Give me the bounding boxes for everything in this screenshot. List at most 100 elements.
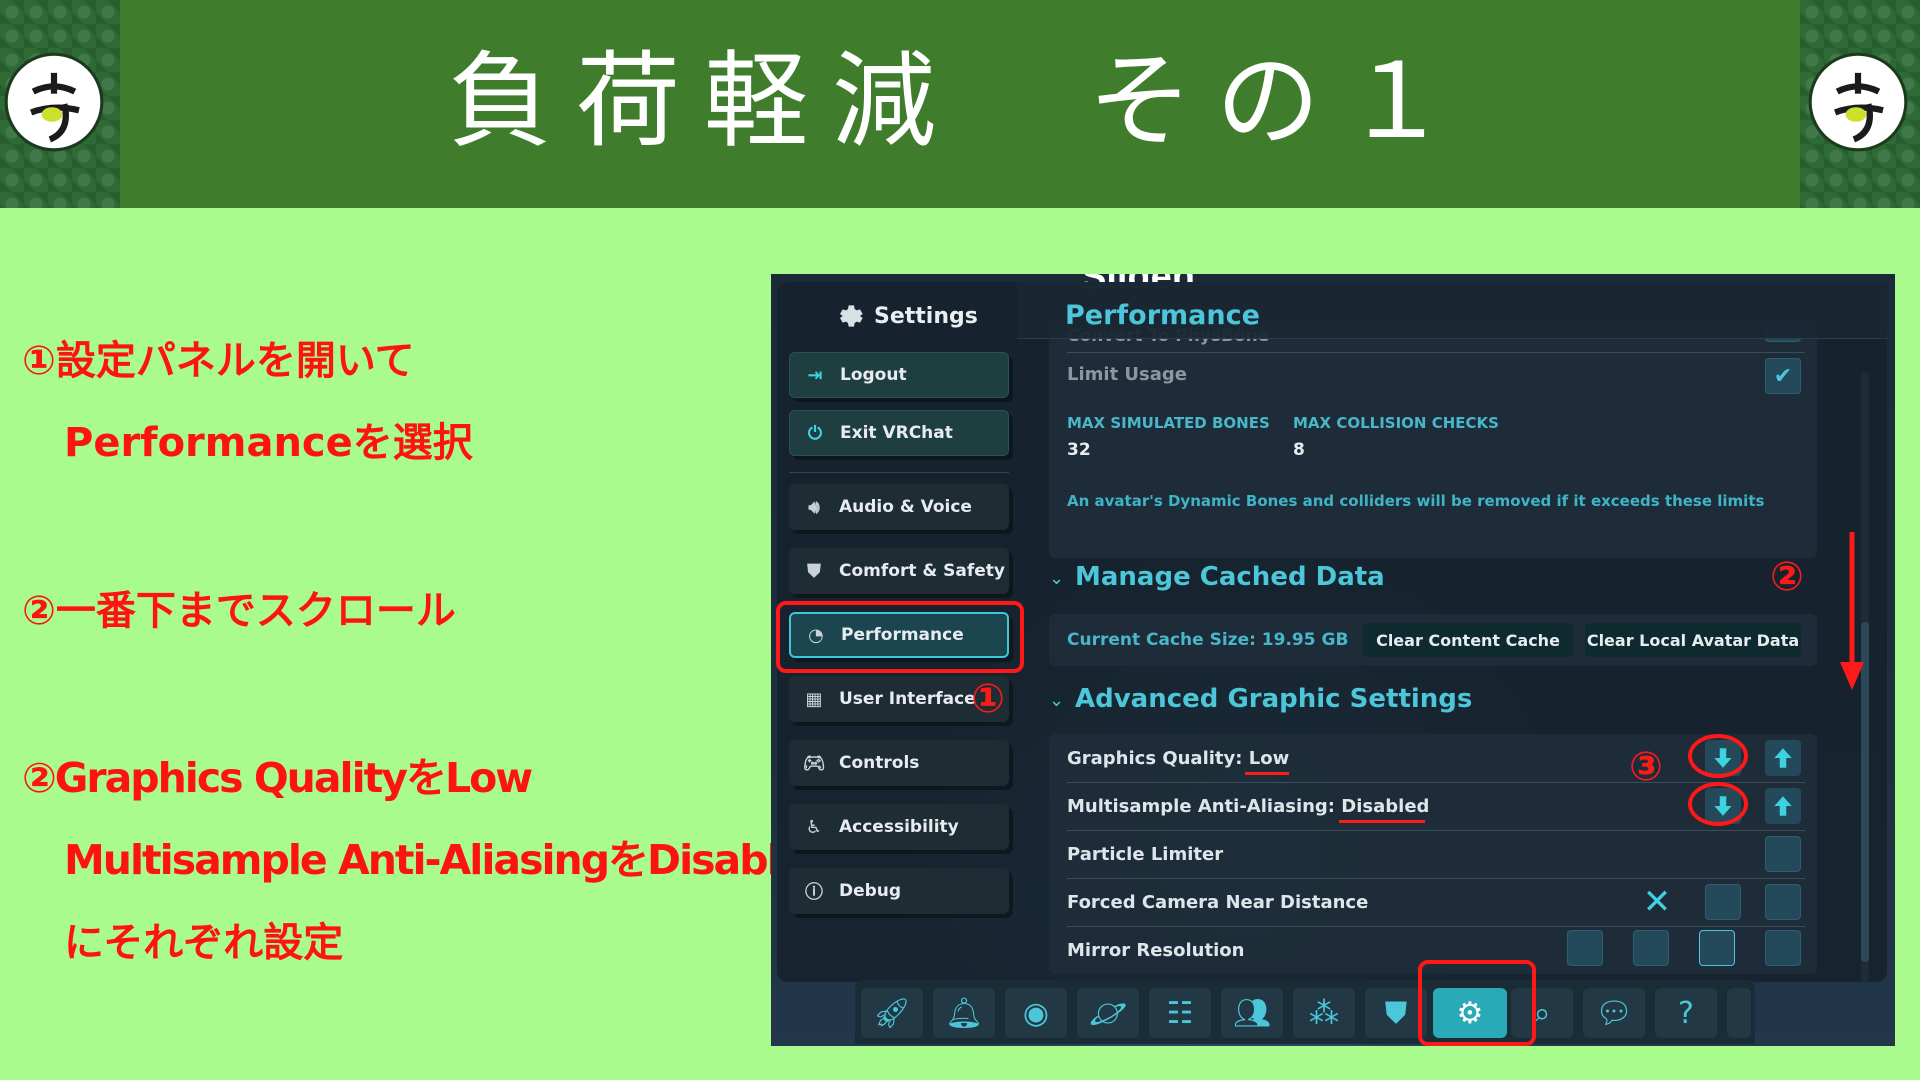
annotation-circle-msaa-down xyxy=(1688,782,1748,826)
msaa-row: Multisample Anti-Aliasing: Disabled xyxy=(1067,796,1429,817)
sidebar-item-audio-voice[interactable]: 🔊︎ Audio & Voice xyxy=(789,484,1009,530)
arrow-up-icon xyxy=(1774,796,1792,816)
instruction-step3-line2: Multisample Anti-AliasingをDisabled xyxy=(64,836,834,884)
shield-icon: ⛊ xyxy=(807,560,821,582)
graphics-quality-up-button[interactable] xyxy=(1765,740,1801,776)
annotation-scroll-arrow-icon xyxy=(1840,532,1864,690)
chevron-down-icon[interactable]: ⌄ xyxy=(1049,690,1064,711)
gear-icon xyxy=(840,305,863,327)
sidebar-item-label: Exit VRChat xyxy=(840,423,953,443)
graphics-quality-row: Graphics Quality: Low xyxy=(1067,748,1289,769)
mirror-resolution-option-4[interactable] xyxy=(1765,930,1801,966)
row-separator xyxy=(1067,878,1805,879)
graphics-quality-value: Low xyxy=(1248,748,1290,769)
annotation-marker-3: ③ xyxy=(1629,744,1663,790)
annotation-marker-1: ① xyxy=(971,676,1005,722)
instruction-step1-line1: ①設定パネルを開いて xyxy=(22,338,415,384)
instruction-step2: ②一番下までスクロール xyxy=(22,588,456,634)
sidebar-item-accessibility[interactable]: ♿︎ Accessibility xyxy=(789,804,1009,850)
particle-limiter-checkbox[interactable] xyxy=(1765,836,1801,872)
content-header: Performance xyxy=(1017,282,1887,339)
max-collision-value[interactable]: 8 xyxy=(1293,440,1305,460)
row-separator xyxy=(1067,782,1805,783)
accessibility-icon: ♿︎ xyxy=(805,816,823,838)
sidebar-item-comfort-safety[interactable]: ⛊ Comfort & Safety xyxy=(789,548,1009,594)
graphics-quality-label: Graphics Quality: xyxy=(1067,748,1243,769)
section-advanced-graphic-settings[interactable]: Advanced Graphic Settings xyxy=(1075,684,1472,714)
annotation-box-performance xyxy=(776,601,1024,673)
clear-content-cache-button[interactable]: Clear Content Cache xyxy=(1363,623,1573,657)
row-separator xyxy=(1067,352,1805,353)
power-icon: ⏻ xyxy=(807,422,823,444)
chevron-down-icon[interactable]: ⌄ xyxy=(1049,568,1064,589)
grid-icon: ▦ xyxy=(805,688,823,710)
gamepad-icon: 🎮︎ xyxy=(802,752,826,774)
sidebar-item-debug[interactable]: ⓘ Debug xyxy=(789,868,1009,914)
instruction-step3-line3: にそれぞれ設定 xyxy=(64,920,344,966)
header-banner: 負荷軽減 その１ xyxy=(0,0,1920,208)
max-bones-value[interactable]: 32 xyxy=(1067,440,1091,460)
notification-bell-icon[interactable]: 🔔︎ xyxy=(933,988,995,1038)
msaa-value: Disabled xyxy=(1341,796,1430,817)
forced-camera-near-button[interactable] xyxy=(1705,884,1741,920)
annotation-box-settings-tab xyxy=(1418,960,1536,1046)
msaa-underline xyxy=(1339,820,1425,823)
settings-title: Settings xyxy=(874,303,978,329)
annotation-circle-graphics-down xyxy=(1688,734,1748,778)
msaa-label: Multisample Anti-Aliasing: xyxy=(1067,796,1336,817)
page-title: 負荷軽減 その１ xyxy=(447,40,1472,162)
forced-camera-far-button[interactable] xyxy=(1765,884,1801,920)
mirror-resolution-option-1[interactable] xyxy=(1567,930,1603,966)
groups-network-icon[interactable]: ⁂ xyxy=(1293,988,1355,1038)
bones-limit-note: An avatar's Dynamic Bones and colliders … xyxy=(1067,492,1765,510)
help-icon[interactable]: ? xyxy=(1655,988,1717,1038)
mirror-resolution-option-2[interactable] xyxy=(1633,930,1669,966)
vrchat-settings-screenshot: Silden Settings ⇥ Logout ⏻ Exit VRChat 🔊… xyxy=(771,274,1895,1046)
sidebar-item-label: Accessibility xyxy=(839,817,959,837)
bone-limits-card: Convert To PhysBone Limit Usage ✔ MAX SI… xyxy=(1049,322,1817,558)
mirror-resolution-option-3[interactable] xyxy=(1699,930,1735,966)
max-collision-label: MAX COLLISION CHECKS xyxy=(1293,414,1499,432)
sidebar-item-exit-vrchat[interactable]: ⏻ Exit VRChat xyxy=(789,410,1009,456)
sidebar-item-logout[interactable]: ⇥ Logout xyxy=(789,352,1009,398)
sidebar-item-label: Debug xyxy=(839,881,902,901)
instruction-step3-line1: ②Graphics QualityをLow xyxy=(22,754,533,802)
cache-card: Current Cache Size: 19.95 GB Clear Conte… xyxy=(1049,614,1817,666)
settings-content: Convert To PhysBone Limit Usage ✔ MAX SI… xyxy=(1017,282,1887,982)
sidebar-item-controls[interactable]: 🎮︎ Controls xyxy=(789,740,1009,786)
close-icon: ✕ xyxy=(1642,882,1672,922)
sidebar-item-label: Audio & Voice xyxy=(839,497,972,517)
row-separator xyxy=(1067,830,1805,831)
social-people-icon[interactable]: 👥︎ xyxy=(1221,988,1283,1038)
check-icon: ✔ xyxy=(1773,363,1793,389)
speaker-icon: 🔊︎ xyxy=(808,496,820,518)
limit-usage-checkbox[interactable]: ✔ xyxy=(1765,358,1801,394)
sidebar-item-label: Controls xyxy=(839,753,920,773)
launch-rocket-icon[interactable]: 🚀︎ xyxy=(861,988,923,1038)
max-bones-label: MAX SIMULATED BONES xyxy=(1067,414,1270,432)
avatars-icon[interactable]: ☷ xyxy=(1149,988,1211,1038)
forced-camera-off-button[interactable]: ✕ xyxy=(1639,882,1675,922)
particle-limiter-label: Particle Limiter xyxy=(1067,844,1224,865)
instruction-step1-line2: Performanceを選択 xyxy=(64,420,473,466)
sidebar-item-label: Logout xyxy=(840,365,907,385)
mirror-resolution-label: Mirror Resolution xyxy=(1067,940,1245,961)
msaa-up-button[interactable] xyxy=(1765,788,1801,824)
gallery-icon[interactable] xyxy=(1727,988,1751,1038)
cache-size-label: Current Cache Size: 19.95 GB xyxy=(1067,630,1349,650)
profile-icon[interactable]: ◉ xyxy=(1005,988,1067,1038)
forced-camera-label: Forced Camera Near Distance xyxy=(1067,892,1369,913)
content-title: Performance xyxy=(1065,300,1260,331)
chat-icon[interactable]: 💬︎ xyxy=(1583,988,1645,1038)
clear-local-avatar-button[interactable]: Clear Local Avatar Data xyxy=(1585,623,1801,657)
sidebar-divider xyxy=(789,472,1009,473)
graphics-quality-underline xyxy=(1245,772,1289,775)
section-manage-cached-data[interactable]: Manage Cached Data xyxy=(1075,562,1385,592)
limit-usage-label: Limit Usage xyxy=(1067,364,1188,385)
info-icon: ⓘ xyxy=(805,882,823,903)
sidebar-item-label: Comfort & Safety xyxy=(839,561,1005,581)
worlds-planet-icon[interactable]: 🪐︎ xyxy=(1077,988,1139,1038)
logout-icon: ⇥ xyxy=(807,364,823,386)
arrow-up-icon xyxy=(1774,748,1792,768)
settings-header: Settings xyxy=(832,300,978,332)
